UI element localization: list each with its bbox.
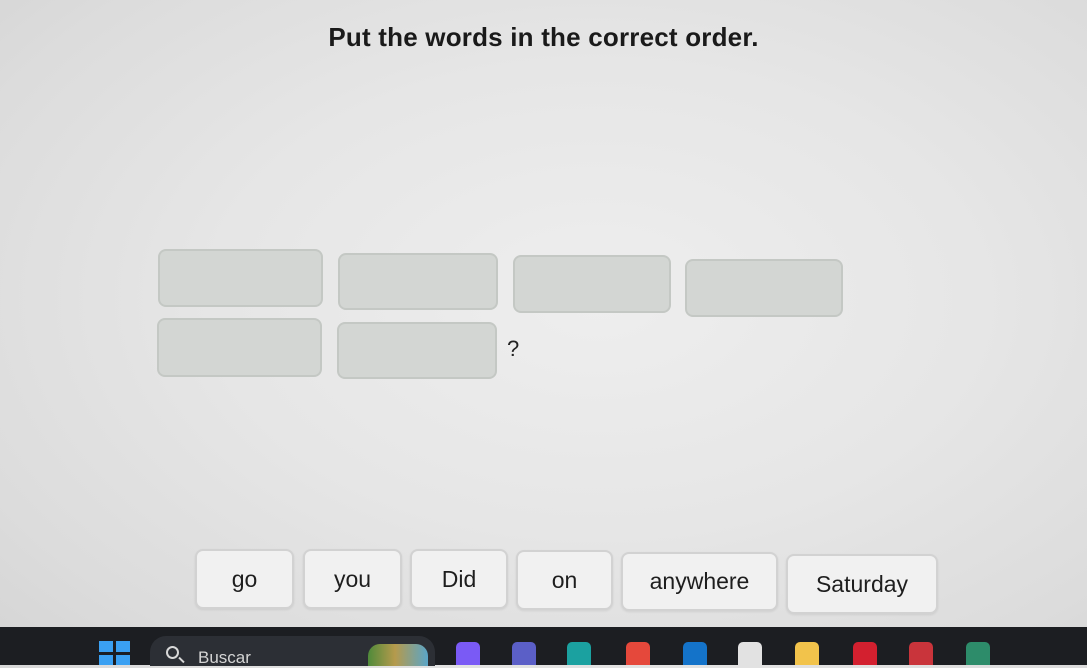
store-icon[interactable] <box>738 642 762 665</box>
word-tile-go[interactable]: go <box>195 549 294 609</box>
taskbar: Buscar <box>0 627 1087 667</box>
answer-slot-3[interactable] <box>513 255 671 313</box>
answer-slot-6[interactable] <box>337 322 497 379</box>
wps-icon[interactable] <box>909 642 933 665</box>
outlook-icon[interactable] <box>683 642 707 665</box>
question-mark: ? <box>507 336 520 361</box>
word-tile-did[interactable]: Did <box>410 549 508 609</box>
windows-start-icon[interactable] <box>99 641 130 665</box>
edge-icon[interactable] <box>567 642 591 665</box>
word-tile-on[interactable]: on <box>516 550 613 610</box>
chrome-icon[interactable] <box>626 642 650 665</box>
teams-icon[interactable] <box>512 642 536 665</box>
file-explorer-icon[interactable] <box>795 642 819 665</box>
taskbar-search-box[interactable]: Buscar <box>150 636 435 667</box>
answer-slot-5[interactable] <box>157 318 322 377</box>
answer-slot-2[interactable] <box>338 253 498 310</box>
profile-app-icon[interactable] <box>966 642 990 665</box>
answer-slot-1[interactable] <box>158 249 323 307</box>
answer-slot-4[interactable] <box>685 259 843 317</box>
search-label: Buscar <box>198 648 251 667</box>
search-highlight-icon <box>368 644 428 666</box>
copilot-icon[interactable] <box>456 642 480 665</box>
word-tile-saturday[interactable]: Saturday <box>786 554 938 614</box>
instruction-heading: Put the words in the correct order. <box>328 22 759 52</box>
word-tile-you[interactable]: you <box>303 549 402 609</box>
opera-icon[interactable] <box>853 642 877 665</box>
search-icon <box>166 646 179 659</box>
word-tile-anywhere[interactable]: anywhere <box>621 552 778 611</box>
